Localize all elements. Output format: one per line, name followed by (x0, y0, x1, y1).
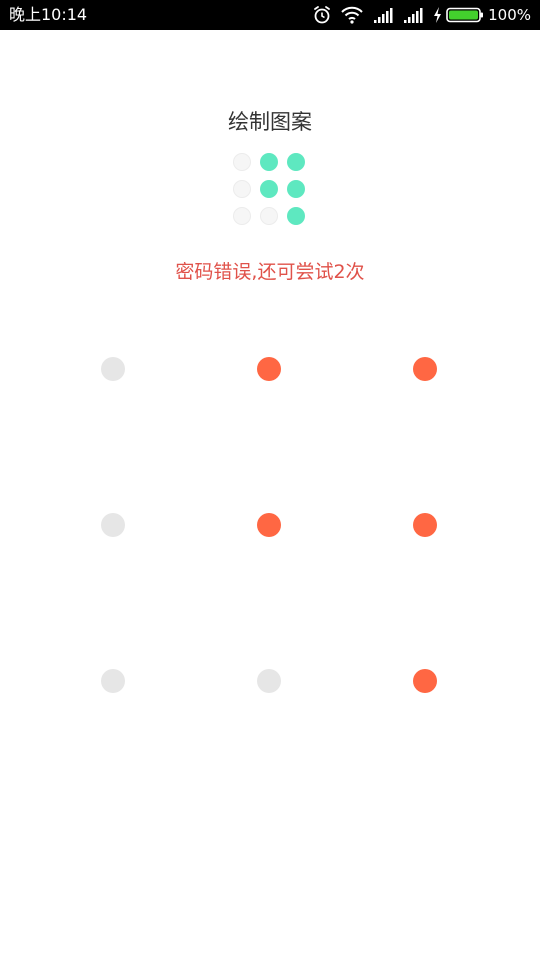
pattern-dot-5[interactable] (257, 513, 281, 537)
signal-icon (403, 5, 423, 25)
charging-icon (433, 5, 442, 25)
preview-dot (233, 180, 251, 198)
pattern-dot-3[interactable] (413, 357, 437, 381)
pattern-dot-4[interactable] (101, 513, 125, 537)
preview-dot (287, 207, 305, 225)
preview-dot (287, 180, 305, 198)
pattern-dot-8[interactable] (257, 669, 281, 693)
battery-icon (446, 5, 484, 25)
preview-dot (260, 153, 278, 171)
preview-dot (233, 207, 251, 225)
preview-dot (233, 153, 251, 171)
preview-dot (260, 207, 278, 225)
pattern-preview (230, 150, 310, 230)
preview-dot (287, 153, 305, 171)
alarm-icon (313, 5, 331, 25)
signal-icon (373, 5, 393, 25)
pattern-dot-7[interactable] (101, 669, 125, 693)
status-bar: 晚上10:14 100% (0, 0, 540, 30)
pattern-dot-9[interactable] (413, 669, 437, 693)
status-time: 晚上10:14 (9, 5, 88, 24)
page-title: 绘制图案 (228, 110, 312, 134)
battery-percentage: 100% (488, 6, 531, 24)
pattern-dot-6[interactable] (413, 513, 437, 537)
error-message: 密码错误,还可尝试2次 (175, 261, 365, 283)
pattern-lock-grid[interactable] (0, 300, 540, 760)
wifi-icon (341, 5, 363, 25)
preview-dot (260, 180, 278, 198)
pattern-dot-2[interactable] (257, 357, 281, 381)
pattern-dot-1[interactable] (101, 357, 125, 381)
status-icons: 100% (303, 0, 531, 30)
